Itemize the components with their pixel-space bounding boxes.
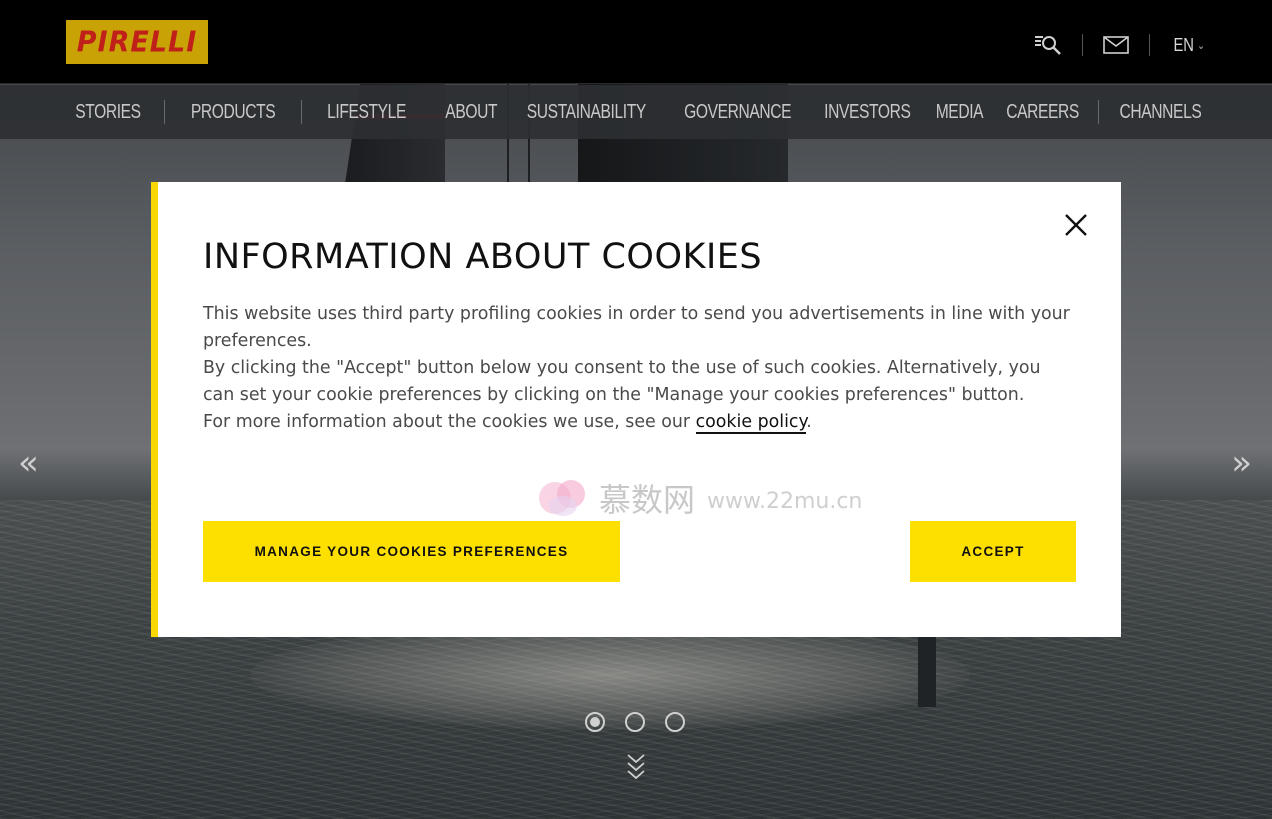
watermark: 慕数网 www.22mu.cn <box>533 474 862 522</box>
watermark-cn-text: 慕数网 <box>599 481 696 519</box>
nav-item-lifestyle[interactable]: LIFESTYLE <box>327 101 406 124</box>
dialog-body: This website uses third party profiling … <box>203 301 1073 436</box>
nav-item-careers[interactable]: CAREERS <box>1006 101 1079 124</box>
nav-divider <box>163 100 165 124</box>
dialog-paragraph: By clicking the "Accept" button below yo… <box>203 358 1041 405</box>
nav-item-media[interactable]: MEDIA <box>936 101 984 124</box>
main-nav: STORIES PRODUCTS LIFESTYLE ABOUT SUSTAIN… <box>0 85 1272 139</box>
pirelli-logo[interactable]: PIRELLI <box>66 20 208 64</box>
top-bar: PIRELLI EN ⌄ <box>0 0 1272 84</box>
chevron-down-icon: ⌄ <box>1196 39 1205 52</box>
nav-item-sustainability[interactable]: SUSTAINABILITY <box>527 101 646 124</box>
header-divider <box>1148 34 1150 56</box>
close-icon[interactable] <box>1063 212 1089 238</box>
policy-text-prefix: For more information about the cookies w… <box>203 412 696 432</box>
nav-divider <box>301 100 303 124</box>
dialog-paragraph: For more information about the cookies w… <box>203 409 1073 436</box>
policy-text-suffix: . <box>806 412 812 432</box>
language-label: EN <box>1173 34 1194 55</box>
slider-next-arrow[interactable]: » <box>1231 446 1252 480</box>
mail-icon[interactable] <box>1102 36 1129 54</box>
slider-dot[interactable] <box>625 712 645 732</box>
accept-button[interactable]: ACCEPT <box>910 521 1076 582</box>
watermark-logo-icon <box>539 480 585 516</box>
nav-item-stories[interactable]: STORIES <box>75 101 141 124</box>
dialog-paragraph: This website uses third party profiling … <box>203 304 1070 351</box>
slider-dot[interactable] <box>585 712 605 732</box>
cookie-dialog: INFORMATION ABOUT COOKIES This website u… <box>151 182 1121 637</box>
search-icon[interactable] <box>1034 34 1062 56</box>
dialog-title: INFORMATION ABOUT COOKIES <box>203 237 763 277</box>
nav-left-group: STORIES PRODUCTS LIFESTYLE <box>72 85 411 139</box>
scroll-down-icon[interactable] <box>624 752 648 782</box>
slider-dot[interactable] <box>665 712 685 732</box>
nav-item-about[interactable]: ABOUT <box>445 101 497 124</box>
nav-item-investors[interactable]: INVESTORS <box>824 101 911 124</box>
foil-image <box>918 637 936 707</box>
header-tools: EN ⌄ <box>1034 30 1208 60</box>
nav-right-group: ABOUT SUSTAINABILITY GOVERNANCE INVESTOR… <box>445 85 1206 139</box>
slider-prev-arrow[interactable]: « <box>18 446 39 480</box>
manage-preferences-button[interactable]: MANAGE YOUR COOKIES PREFERENCES <box>203 521 620 582</box>
nav-item-governance[interactable]: GOVERNANCE <box>684 101 791 124</box>
cookie-policy-link[interactable]: cookie policy <box>695 412 807 434</box>
nav-item-channels[interactable]: CHANNELS <box>1120 101 1202 124</box>
header-divider <box>1081 34 1083 56</box>
logo-text: PIRELLI <box>76 25 198 59</box>
watermark-url-text: www.22mu.cn <box>707 488 863 514</box>
nav-item-products[interactable]: PRODUCTS <box>191 101 276 124</box>
nav-divider <box>1098 100 1100 124</box>
slider-dots <box>585 712 685 732</box>
language-selector[interactable]: EN ⌄ <box>1173 35 1204 56</box>
